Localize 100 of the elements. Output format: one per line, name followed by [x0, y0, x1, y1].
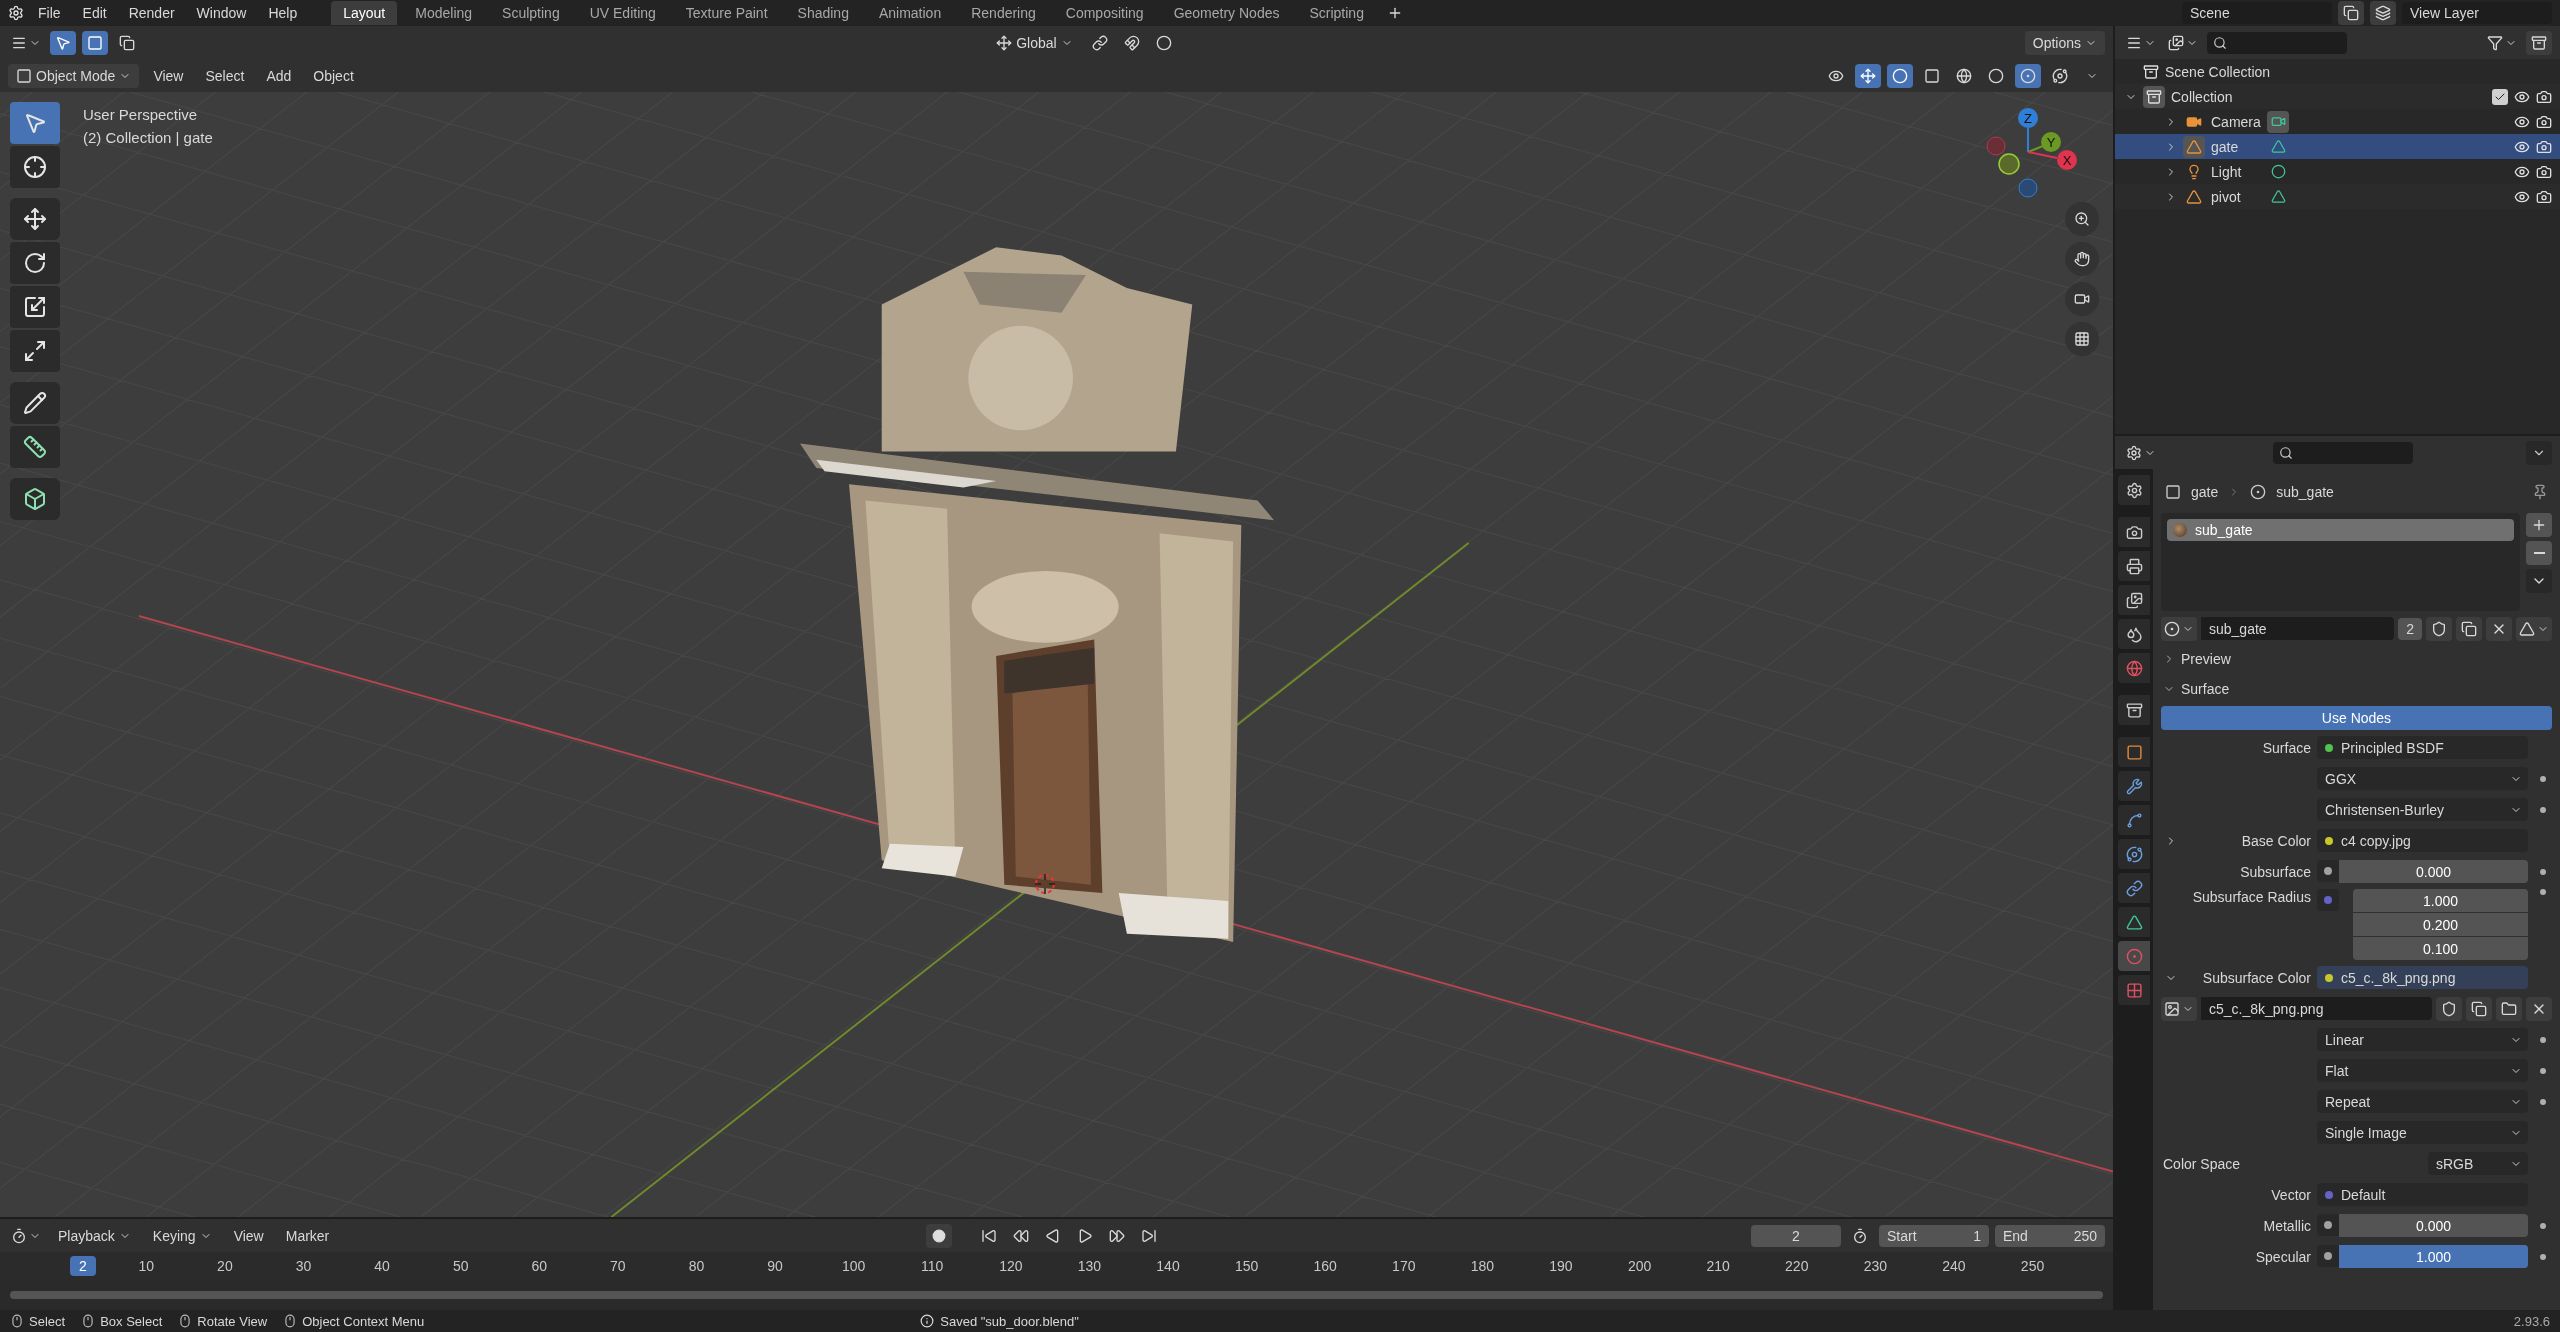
socket-field[interactable]: Principled BSDF — [2317, 736, 2528, 759]
property-label: Metallic — [2262, 1217, 2311, 1234]
workspace-tab[interactable]: Rendering — [959, 1, 1048, 25]
axis-label: X — [2062, 153, 2072, 168]
number-field[interactable]: 0.200 — [2353, 913, 2528, 936]
menu-item[interactable]: Help — [260, 3, 306, 23]
frame-number: 50 — [451, 1258, 470, 1274]
start-frame-field[interactable]: Start 1 — [1879, 1224, 1989, 1247]
frame-number: 90 — [766, 1258, 784, 1274]
slider[interactable]: 0.000 — [2339, 860, 2528, 883]
status-message: Saved "sub_door.blend" — [940, 1313, 1079, 1329]
workspace-tab[interactable]: Texture Paint — [673, 1, 780, 25]
workspace-tab[interactable]: Scripting — [1297, 1, 1376, 25]
workspace-tab[interactable]: Animation — [866, 1, 954, 25]
frame-number: 250 — [2019, 1258, 2046, 1274]
frame-number: 100 — [840, 1258, 867, 1274]
frame-number: 170 — [1391, 1258, 1417, 1274]
menu-item[interactable]: View — [145, 63, 192, 88]
frame-number: 210 — [1705, 1258, 1731, 1274]
status-hint: Select — [29, 1313, 66, 1329]
property-label: Base Color — [2161, 832, 2311, 849]
panel-header[interactable]: Preview — [2161, 646, 2552, 672]
property-label: Surface — [2261, 739, 2311, 756]
breadcrumb-item: gate — [2191, 484, 2219, 500]
dropdown[interactable]: Flat — [2317, 1059, 2528, 1082]
frame-number: 30 — [294, 1258, 313, 1274]
menu-item[interactable]: View — [225, 1223, 272, 1248]
dropdown[interactable]: Repeat — [2317, 1090, 2528, 1113]
options-button[interactable]: Options — [2024, 30, 2105, 55]
view-layer-field[interactable]: View Layer — [2402, 2, 2552, 24]
frame-number: 110 — [920, 1258, 945, 1274]
menu-item[interactable]: File — [30, 3, 69, 23]
workspace-tab[interactable]: Geometry Nodes — [1161, 1, 1292, 25]
frame-number: 230 — [1862, 1258, 1889, 1274]
user-count[interactable]: 2 — [2398, 617, 2422, 640]
property-label: Vector — [2270, 1186, 2311, 1203]
menu-item[interactable]: Select — [197, 63, 253, 88]
viewport-info-text: (2) Collection | gate — [83, 129, 213, 146]
slider[interactable]: 1.000 — [2339, 1245, 2528, 1268]
menu-item[interactable]: Render — [120, 3, 183, 23]
menu-item[interactable]: Playback — [50, 1223, 139, 1248]
workspace-tab[interactable]: Shading — [785, 1, 861, 25]
material-name-field[interactable]: sub_gate — [2201, 617, 2395, 640]
panel-header[interactable]: Surface — [2161, 676, 2552, 702]
frame-number: 80 — [687, 1258, 706, 1274]
property-label: Subsurface Color — [2161, 969, 2311, 986]
workspace-tab[interactable]: Modeling — [403, 1, 485, 25]
property-label: Subsurface — [2239, 863, 2311, 880]
menu-item[interactable]: Add — [258, 63, 300, 88]
outliner-row[interactable]: gate — [2115, 134, 2560, 159]
socket-field[interactable]: c5_c._8k_png.png — [2317, 966, 2528, 989]
axis-label: Y — [2046, 135, 2056, 150]
version-text: 2.93.6 — [2513, 1313, 2550, 1329]
dropdown[interactable]: Christensen-Burley — [2317, 798, 2528, 821]
dropdown[interactable]: GGX — [2317, 767, 2528, 790]
frame-number: 10 — [137, 1258, 156, 1274]
frame-number: 60 — [530, 1258, 549, 1274]
playhead[interactable]: 2 — [70, 1256, 96, 1276]
property-label: Subsurface Radius — [2191, 889, 2311, 905]
dropdown[interactable]: Linear — [2317, 1028, 2528, 1051]
workspace-tab[interactable]: Compositing — [1053, 1, 1156, 25]
end-frame-field[interactable]: End 250 — [1995, 1224, 2105, 1247]
frame-number: 240 — [1941, 1258, 1967, 1274]
dropdown[interactable]: sRGB — [2428, 1152, 2528, 1175]
axis-label: Z — [2024, 111, 2032, 126]
orientation-dropdown[interactable]: Global — [988, 30, 1081, 55]
frame-number: 40 — [373, 1258, 391, 1274]
frame-number: 180 — [1469, 1258, 1496, 1274]
menu-item[interactable]: Window — [188, 3, 255, 23]
menu-item[interactable]: Keying — [144, 1223, 220, 1248]
workspace-tab[interactable]: Layout — [331, 1, 398, 25]
frame-number: 200 — [1626, 1258, 1653, 1274]
breadcrumb-item: sub_gate — [2276, 484, 2334, 500]
socket-field[interactable]: Default — [2317, 1183, 2528, 1206]
menu-item[interactable]: Marker — [277, 1223, 338, 1248]
workspace-tab[interactable]: UV Editing — [577, 1, 668, 25]
menu-item[interactable]: Object — [305, 63, 362, 88]
navigation-gizmo[interactable]: Z Y X — [1983, 104, 2093, 200]
image-name-field[interactable]: c5_c._8k_png.png — [2201, 997, 2432, 1020]
menu-item[interactable]: Edit — [74, 3, 115, 23]
viewport-info-text: User Perspective — [83, 106, 199, 123]
status-hint: Rotate View — [197, 1313, 268, 1329]
slider[interactable]: 0.000 — [2339, 1214, 2528, 1237]
use-nodes-button[interactable]: Use Nodes — [2161, 706, 2552, 730]
material-slot[interactable]: sub_gate — [2167, 519, 2514, 541]
frame-number: 120 — [998, 1258, 1024, 1274]
number-field[interactable]: 0.100 — [2353, 937, 2528, 960]
socket-field[interactable]: c4 copy.jpg — [2317, 829, 2528, 852]
frame-number: 160 — [1312, 1258, 1338, 1274]
number-field[interactable]: 1.000 — [2353, 889, 2528, 912]
dropdown[interactable]: Single Image — [2317, 1121, 2528, 1144]
property-label: Specular — [2254, 1248, 2311, 1265]
frame-number: 150 — [1233, 1258, 1260, 1274]
status-hint: Box Select — [100, 1313, 163, 1329]
frame-number: 220 — [1784, 1258, 1810, 1274]
workspace-tab[interactable]: Sculpting — [490, 1, 572, 25]
frame-number: 130 — [1076, 1258, 1103, 1274]
current-frame-field[interactable]: 2 — [1751, 1224, 1841, 1247]
scene-field[interactable]: Scene — [2182, 2, 2332, 24]
mode-dropdown[interactable]: Object Mode — [8, 63, 140, 88]
